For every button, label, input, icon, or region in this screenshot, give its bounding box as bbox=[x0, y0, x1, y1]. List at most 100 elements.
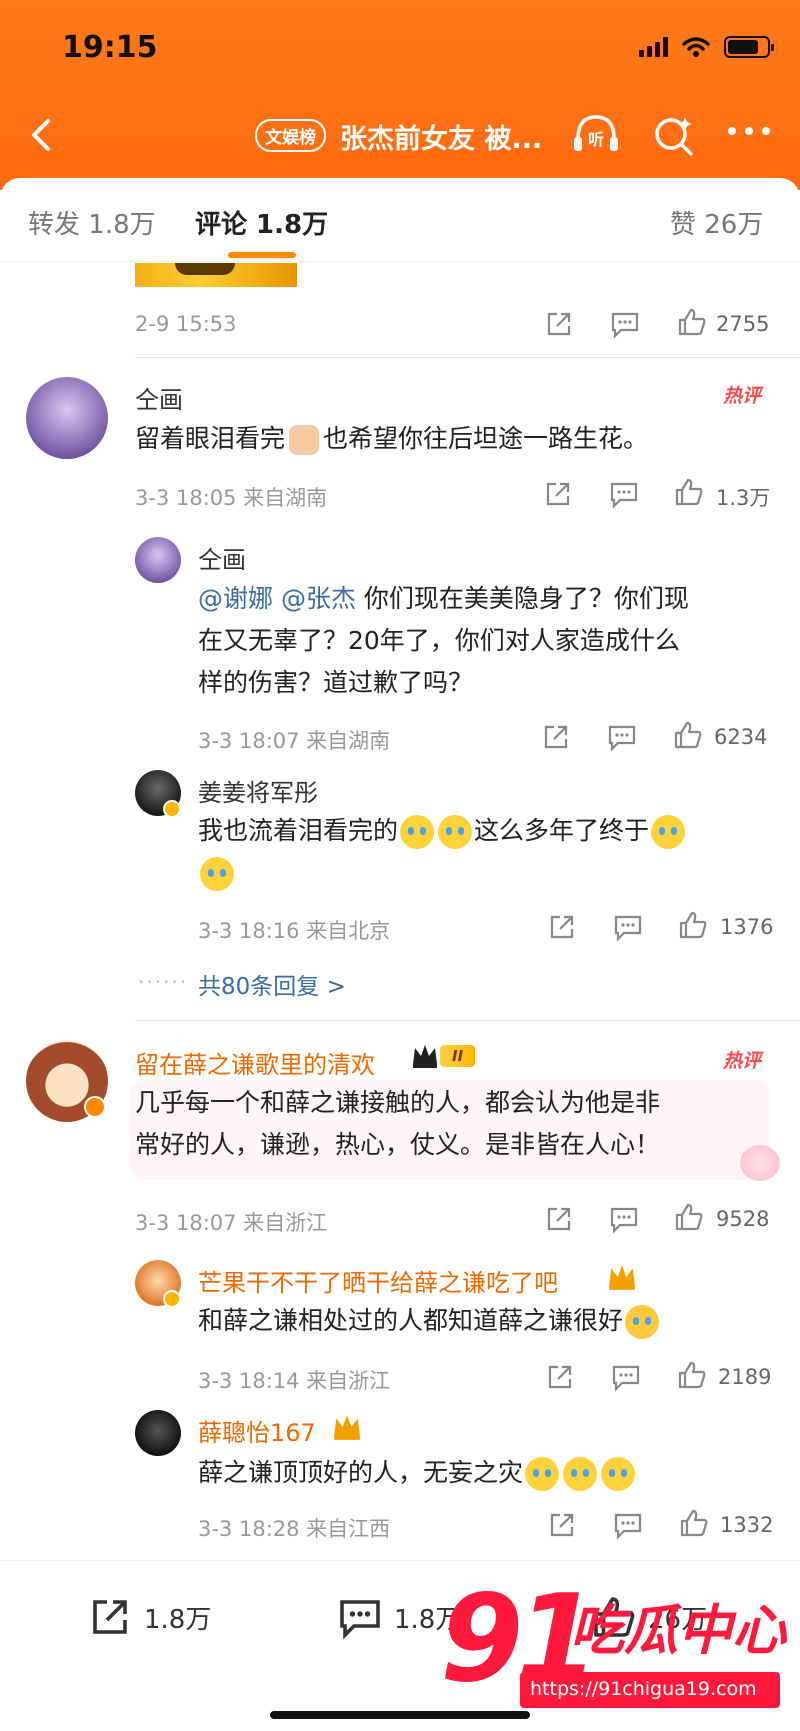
like-icon[interactable] bbox=[672, 719, 704, 751]
comment-meta: 3-3 18:07 来自浙江 bbox=[135, 1211, 328, 1235]
divider bbox=[135, 1020, 800, 1021]
share-icon bbox=[93, 1600, 127, 1634]
like-count: 1.3万 bbox=[716, 486, 771, 510]
watermark-logo-text: 吃瓜中心 bbox=[570, 1599, 786, 1662]
crying-emoji bbox=[400, 815, 435, 849]
reply-name[interactable]: 姜姜将军彤 bbox=[198, 773, 318, 808]
like-icon[interactable] bbox=[678, 1507, 710, 1539]
comment-text-line: 常好的人，谦逊，热心，仗义。是非皆在人心！ bbox=[135, 1130, 661, 1159]
comment-icon bbox=[340, 1600, 380, 1640]
crying-emoji bbox=[200, 857, 234, 891]
reply-name[interactable]: 仝画 bbox=[198, 540, 246, 575]
listen-icon[interactable]: 听 bbox=[570, 111, 622, 157]
share-icon[interactable] bbox=[542, 478, 574, 510]
more-replies-dots: ······ bbox=[138, 970, 189, 994]
reply-meta: 3-3 18:14 来自浙江 bbox=[198, 1369, 391, 1393]
crown-icon bbox=[609, 1265, 635, 1290]
signal-icon bbox=[639, 37, 668, 57]
back-icon[interactable] bbox=[22, 115, 62, 155]
battery-icon bbox=[724, 36, 774, 58]
comment-icon[interactable] bbox=[606, 721, 638, 753]
comment-icon[interactable] bbox=[612, 911, 644, 943]
comment-icon[interactable] bbox=[610, 1361, 642, 1393]
comment-text: 留着眼泪看完 也希望你往后坦途一路生花。 bbox=[135, 418, 775, 460]
bubble-sticker bbox=[740, 1145, 780, 1181]
like-icon[interactable] bbox=[676, 1359, 708, 1391]
like-icon[interactable] bbox=[676, 306, 708, 338]
bottom-repost-button[interactable]: 1.8万 bbox=[86, 1593, 211, 1641]
crown-icon bbox=[334, 1415, 360, 1440]
comment-icon[interactable] bbox=[612, 1509, 644, 1541]
avatar[interactable] bbox=[26, 377, 108, 459]
search-icon[interactable] bbox=[652, 113, 696, 157]
reply-avatar[interactable] bbox=[135, 1410, 181, 1456]
comment-meta: 2-9 15:53 bbox=[135, 312, 237, 336]
entertainment-rank-badge[interactable]: 文娱榜 bbox=[255, 119, 326, 152]
mention-link[interactable]: @谢娜 bbox=[198, 584, 273, 613]
reply-name[interactable]: 薛聰怡167 bbox=[198, 1413, 316, 1448]
shy-emoji bbox=[625, 1305, 660, 1339]
reply-text: 和薛之谦相处过的人都知道薛之谦很好 bbox=[198, 1300, 768, 1342]
status-icons bbox=[639, 36, 774, 58]
commenter-name[interactable]: 留在薛之谦歌里的清欢 bbox=[135, 1045, 375, 1080]
crying-emoji bbox=[601, 1457, 636, 1491]
reply-text-line: 样的伤害？道过歉了吗？ bbox=[198, 668, 474, 697]
verified-badge bbox=[84, 1096, 106, 1118]
praying-hands-emoji bbox=[289, 425, 320, 455]
comment-icon[interactable] bbox=[609, 308, 641, 340]
like-count: 2189 bbox=[718, 1365, 772, 1389]
mention-link[interactable]: @张杰 bbox=[281, 584, 356, 613]
share-icon[interactable] bbox=[546, 911, 578, 943]
comment-text-part: 留着眼泪看完 bbox=[135, 424, 286, 453]
share-icon[interactable] bbox=[543, 308, 575, 340]
header: 19:15 文娱榜 张杰前女友 被... 听 bbox=[0, 0, 800, 190]
status-time: 19:15 bbox=[62, 30, 158, 65]
comment-icon[interactable] bbox=[608, 478, 640, 510]
crying-emoji bbox=[563, 1457, 598, 1491]
comment-meta: 3-3 18:05 来自湖南 bbox=[135, 486, 328, 510]
like-count: 9528 bbox=[716, 1207, 770, 1231]
tab-repost[interactable]: 转发 1.8万 bbox=[28, 204, 156, 241]
crying-emoji bbox=[651, 815, 686, 849]
tab-bar: 转发 1.8万 评论 1.8万 赞 26万 bbox=[0, 178, 800, 262]
crown-icon bbox=[413, 1045, 437, 1068]
more-icon[interactable] bbox=[728, 127, 776, 141]
share-icon[interactable] bbox=[543, 1203, 575, 1235]
like-icon[interactable] bbox=[673, 476, 705, 508]
hot-comment-badge: 热评 bbox=[723, 385, 762, 407]
tab-likes[interactable]: 赞 26万 bbox=[670, 204, 763, 241]
reply-text-line: 在又无辜了？20年了，你们对人家造成什么 bbox=[198, 626, 680, 655]
reply-meta: 3-3 18:07 来自湖南 bbox=[198, 729, 391, 753]
nav-bar: 文娱榜 张杰前女友 被... 听 bbox=[0, 105, 800, 165]
reply-text-line: 你们现在美美隐身了？你们现 bbox=[355, 584, 689, 613]
watermark: 91 吃瓜中心 https://91chigua19.com bbox=[440, 1570, 790, 1725]
like-count: 1332 bbox=[720, 1513, 774, 1537]
reply-text: 我也流着泪看完的 这么多年了终于 bbox=[198, 810, 768, 894]
like-icon[interactable] bbox=[673, 1201, 705, 1233]
reply-meta: 3-3 18:16 来自北京 bbox=[198, 919, 391, 943]
comment-text-part: 也希望你往后坦途一路生花。 bbox=[323, 424, 649, 453]
verified-badge bbox=[163, 1290, 181, 1308]
reply-text-part: 这么多年了终于 bbox=[474, 816, 650, 845]
share-icon[interactable] bbox=[546, 1509, 578, 1541]
nav-title: 张杰前女友 被... bbox=[340, 124, 543, 155]
comment-icon[interactable] bbox=[608, 1203, 640, 1235]
commenter-name[interactable]: 仝画 bbox=[135, 380, 183, 415]
tab-comments[interactable]: 评论 1.8万 bbox=[195, 204, 328, 241]
comment-text-line: 几乎每一个和薛之谦接触的人，都会认为他是非 bbox=[135, 1088, 661, 1117]
partial-comment-image[interactable] bbox=[135, 263, 297, 287]
share-icon[interactable] bbox=[544, 1361, 576, 1393]
like-icon[interactable] bbox=[677, 909, 709, 941]
comment-text: 几乎每一个和薛之谦接触的人，都会认为他是非 常好的人，谦逊，热心，仗义。是非皆在… bbox=[135, 1082, 775, 1166]
divider bbox=[135, 357, 800, 358]
like-count: 6234 bbox=[714, 725, 768, 749]
reply-avatar[interactable] bbox=[135, 537, 181, 583]
reply-name[interactable]: 芒果干不干了晒干给薛之谦吃了吧 bbox=[198, 1263, 558, 1298]
like-count: 1376 bbox=[720, 915, 774, 939]
crying-emoji bbox=[438, 815, 473, 849]
more-replies-link[interactable]: 共80条回复 > bbox=[198, 967, 346, 1001]
hot-comment-badge: 热评 bbox=[723, 1050, 762, 1072]
share-icon[interactable] bbox=[540, 721, 572, 753]
reply-text: 薛之谦顶顶好的人，无妄之灾 bbox=[198, 1452, 768, 1494]
reply-text: @谢娜 @张杰 你们现在美美隐身了？你们现 在又无辜了？20年了，你们对人家造成… bbox=[198, 578, 768, 704]
